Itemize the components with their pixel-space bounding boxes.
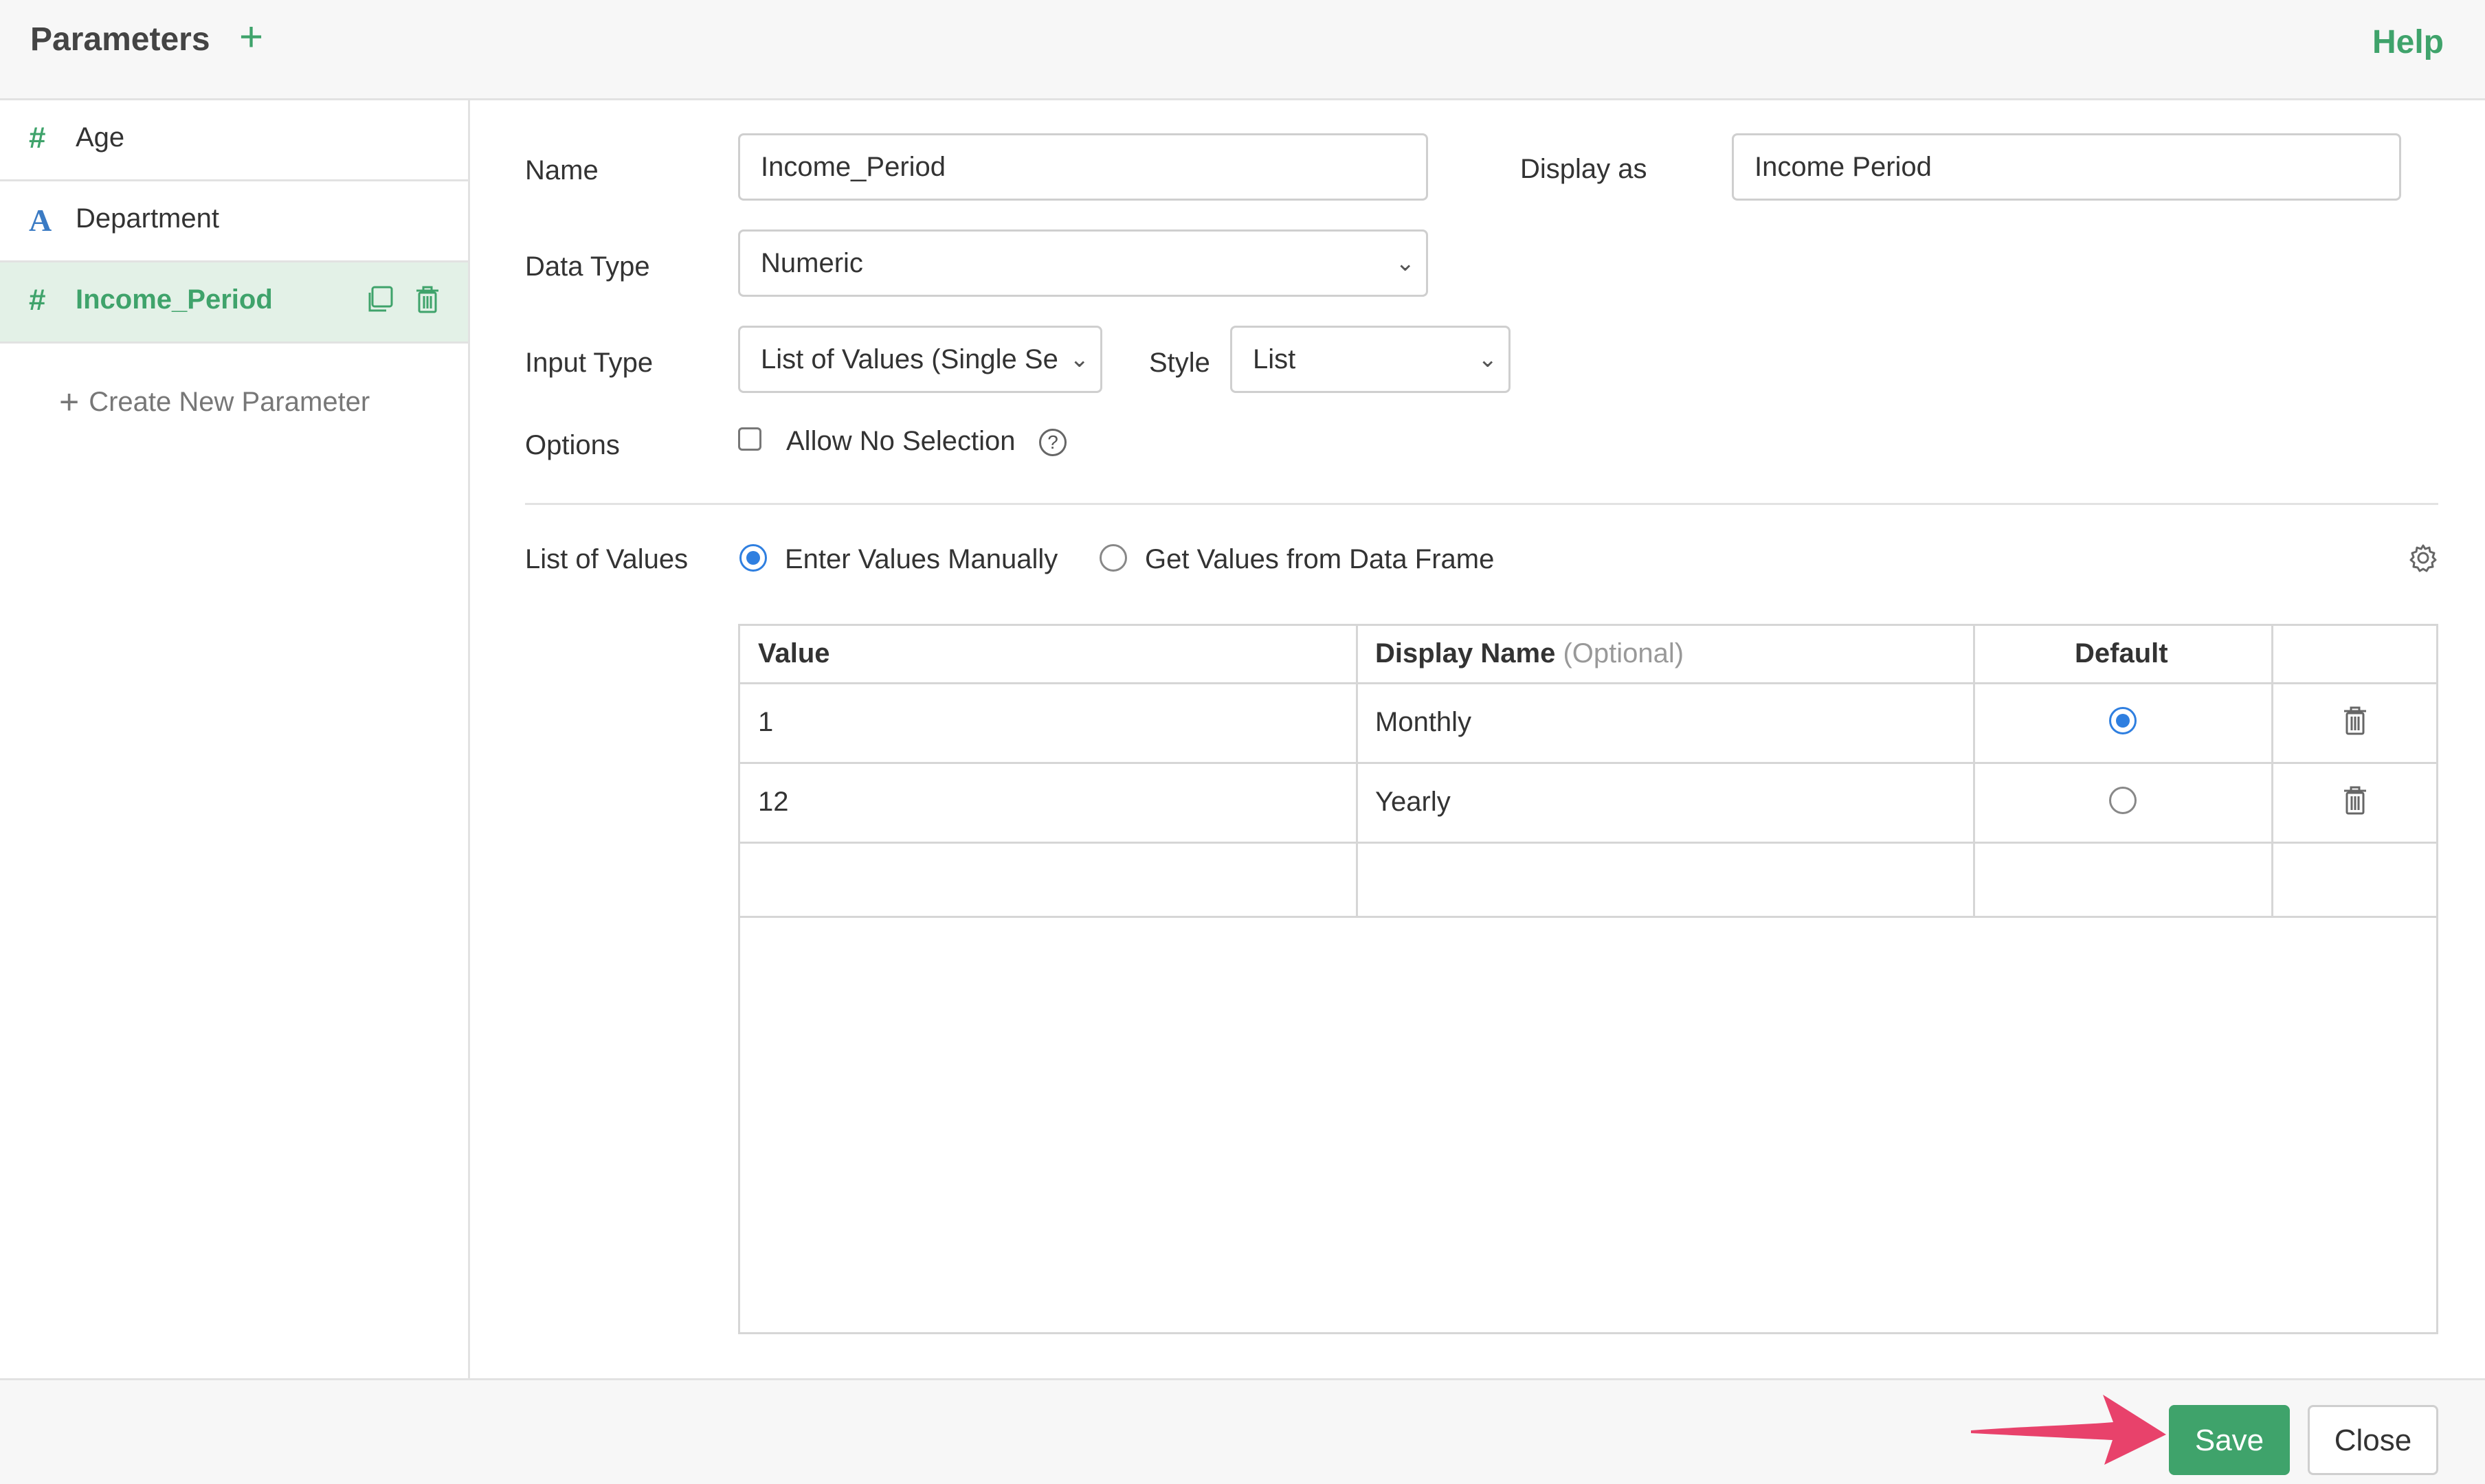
style-value: List [1253,344,1296,374]
plus-icon: + [59,383,80,421]
data-type-label: Data Type [525,251,650,282]
gear-icon[interactable] [2408,543,2438,576]
save-button[interactable]: Save [2169,1405,2290,1475]
data-type-value: Numeric [761,248,863,278]
chevron-down-icon: ⌄ [1478,346,1498,372]
values-table: Value Display Name (Optional) Default 1 … [738,624,2438,1334]
sidebar-item-label: Department [76,203,219,234]
allow-no-selection-checkbox[interactable] [738,427,761,451]
value-cell[interactable]: 12 [758,787,789,818]
input-type-select[interactable]: List of Values (Single Se ⌄ [738,326,1102,393]
input-type-label: Input Type [525,348,654,378]
trash-icon[interactable] [2341,706,2369,739]
create-new-parameter-link[interactable]: + Create New Parameter [59,382,370,422]
chevron-down-icon: ⌄ [1395,250,1416,276]
display-name-header-label: Display Name [1375,638,1556,668]
sidebar-item-age[interactable]: # Age [0,100,468,181]
parameter-sidebar: # Age A Department # Income_Period + Crea… [0,100,470,1378]
style-select[interactable]: List ⌄ [1230,326,1511,393]
input-type-value: List of Values (Single Se [761,344,1058,374]
row-divider [740,916,2436,918]
default-radio[interactable] [2109,787,2137,814]
get-values-from-data-frame-label[interactable]: Get Values from Data Frame [1145,544,1494,575]
display-name-cell[interactable]: Yearly [1375,787,1451,818]
numeric-type-icon: # [29,121,46,155]
dialog-header: Parameters + Help [0,0,2485,100]
chevron-down-icon: ⌄ [1064,328,1089,391]
enter-values-manually-radio[interactable] [739,544,767,572]
name-input[interactable]: Income_Period [738,133,1428,201]
name-label: Name [525,155,599,186]
style-label: Style [1149,348,1210,378]
help-icon[interactable]: ? [1039,429,1067,456]
enter-values-manually-label[interactable]: Enter Values Manually [785,544,1058,575]
plus-icon[interactable]: + [239,16,263,58]
dialog-title: Parameters [30,21,210,58]
get-values-from-data-frame-radio[interactable] [1100,544,1127,572]
sidebar-item-label: Income_Period [76,284,273,315]
list-of-values-label: List of Values [525,544,689,574]
display-as-input[interactable]: Income Period [1732,133,2401,201]
help-link[interactable]: Help [2372,23,2444,61]
row-divider [740,762,2436,764]
create-new-label: Create New Parameter [89,387,370,417]
optional-hint: (Optional) [1563,638,1684,668]
trash-icon[interactable] [412,284,443,318]
column-header-display-name: Display Name (Optional) [1375,638,1684,669]
section-divider [525,503,2438,505]
default-header-label: Default [2075,638,2168,668]
numeric-type-icon: # [29,283,46,317]
annotation-arrow-icon [1971,1395,2166,1465]
duplicate-icon[interactable] [364,284,394,318]
allow-no-selection-label[interactable]: Allow No Selection [786,426,1016,457]
sidebar-item-label: Age [76,122,125,153]
sidebar-item-department[interactable]: A Department [0,181,468,262]
close-button[interactable]: Close [2308,1405,2438,1475]
data-type-select[interactable]: Numeric ⌄ [738,229,1428,297]
string-type-icon: A [29,203,52,238]
trash-icon[interactable] [2341,785,2369,819]
display-name-cell[interactable]: Monthly [1375,707,1471,738]
new-value-row[interactable] [740,844,2436,916]
sidebar-item-income-period[interactable]: # Income_Period [0,262,468,344]
display-as-label: Display as [1520,154,1647,184]
value-cell[interactable]: 1 [758,707,773,738]
column-header-value: Value [758,638,830,668]
options-label: Options [525,430,620,460]
default-radio[interactable] [2109,707,2137,734]
row-divider [740,682,2436,684]
